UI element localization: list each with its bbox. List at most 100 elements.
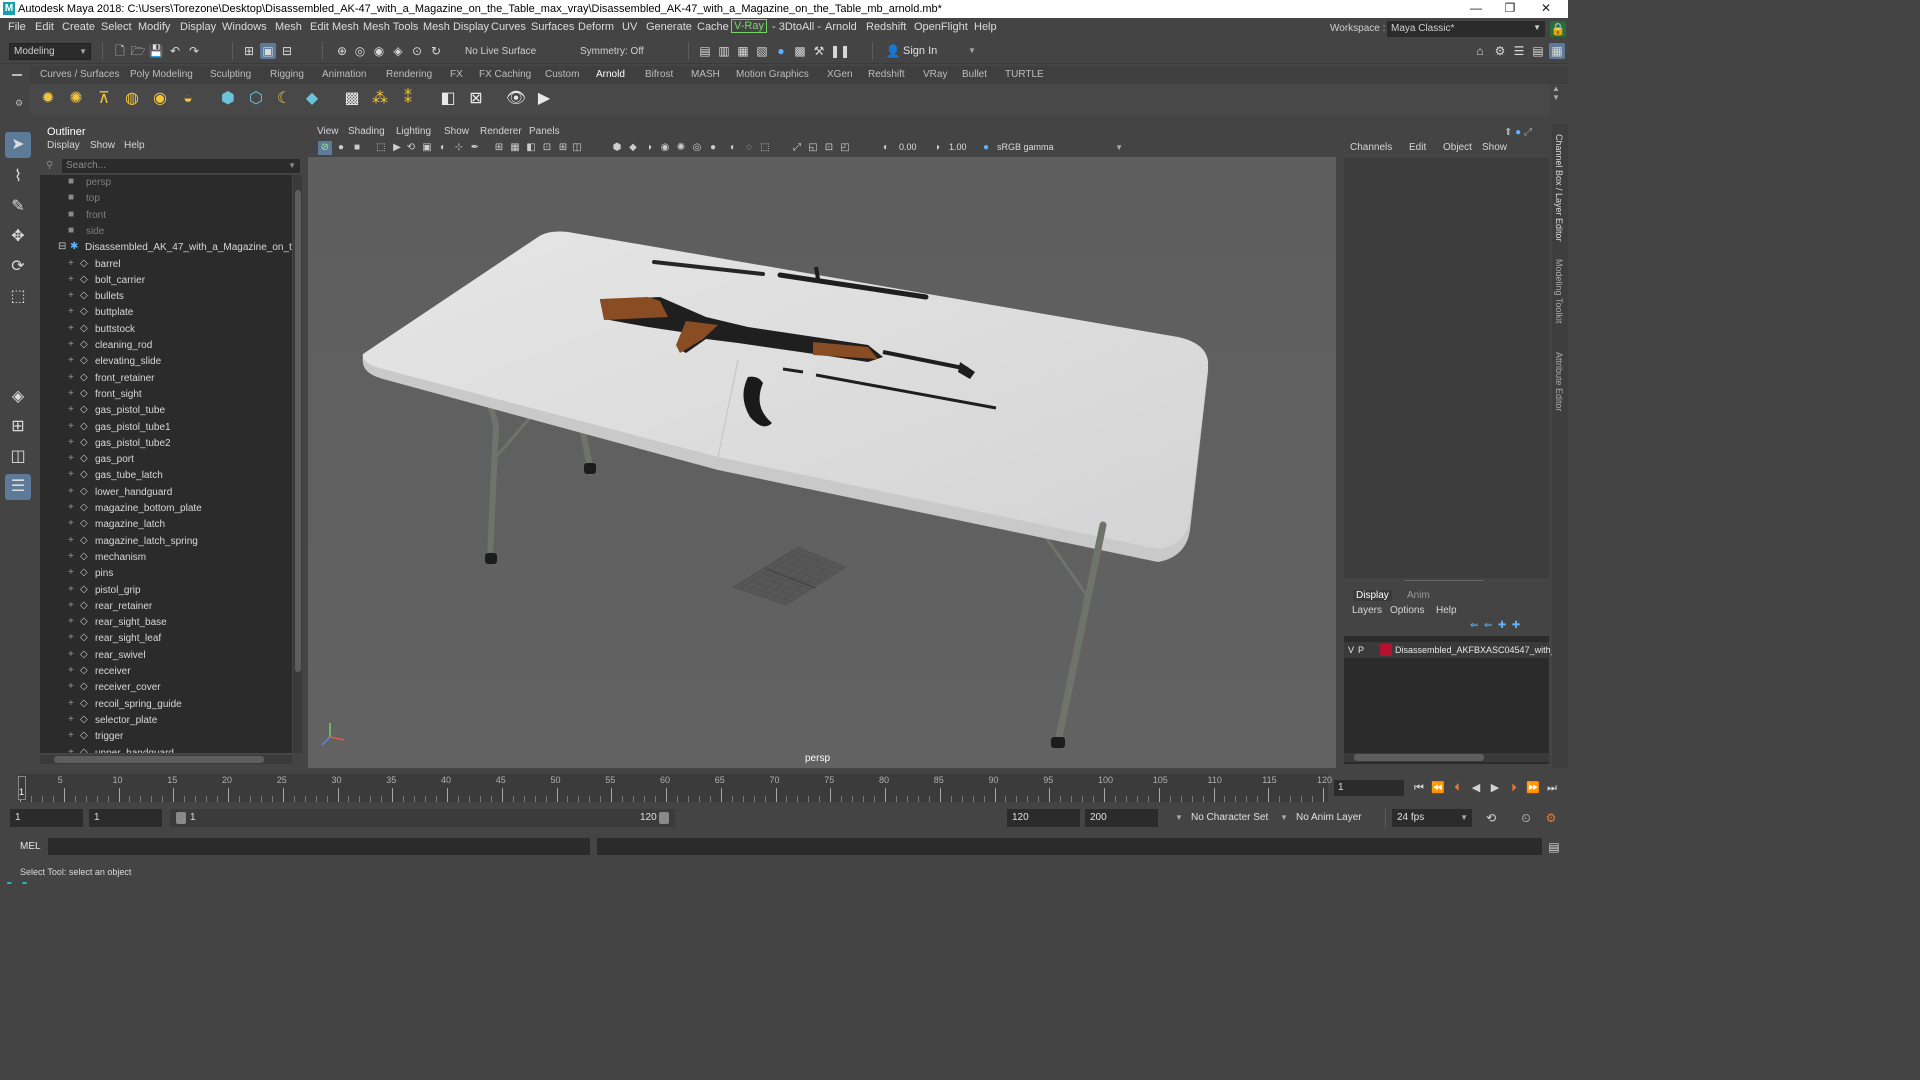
outliner-item[interactable]: + ◇ cleaning_rod (40, 338, 292, 354)
viewport-tool-icon[interactable]: ⟲ (404, 141, 418, 155)
layer-row[interactable]: V P Disassembled_AKFBXASC04547_with_ (1344, 642, 1556, 658)
expand-icon[interactable]: + (68, 567, 74, 578)
outliner-item[interactable]: + ◇ gas_pistol_tube1 (40, 420, 292, 436)
redo-icon[interactable]: ↷ (186, 43, 202, 59)
exposure-icon[interactable]: ◐ (879, 141, 893, 155)
skydome-light-icon[interactable]: ◍ (120, 87, 144, 111)
expand-icon[interactable]: + (68, 290, 74, 301)
outliner-item[interactable]: + ◇ pins (40, 566, 292, 582)
outliner-menu-show[interactable]: Show (90, 140, 115, 151)
shelf-tab-redshift[interactable]: Redshift (868, 69, 905, 80)
outliner-item[interactable]: + ◇ receiver (40, 664, 292, 680)
chevron-down-icon[interactable]: ▼ (1175, 813, 1183, 822)
viewport-tool-icon[interactable]: ⊞ (556, 141, 570, 155)
menu-display[interactable]: Display (180, 21, 216, 33)
viewport-tool-icon[interactable]: ⊹ (452, 141, 466, 155)
expand-icon[interactable]: + (68, 649, 74, 660)
menu-mesh-display[interactable]: Mesh Display (423, 21, 489, 33)
viewport-tool-icon[interactable]: ▦ (508, 141, 522, 155)
outliner-layout-icon[interactable]: ☰ (5, 474, 31, 500)
step-forward-key-icon[interactable]: ⏩ (1525, 780, 1541, 796)
snap-live-icon[interactable]: ⊙ (409, 43, 425, 59)
txmanager-icon[interactable]: ▩ (340, 87, 364, 111)
shelf-tab-bullet[interactable]: Bullet (962, 69, 987, 80)
outliner-item[interactable]: + ◇ gas_pistol_tube2 (40, 436, 292, 452)
minimize-button[interactable]: — (1460, 1, 1492, 17)
play-forward-icon[interactable]: ▶ (1487, 780, 1503, 796)
expand-icon[interactable]: + (68, 323, 74, 334)
outliner-item[interactable]: + ◇ buttstock (40, 322, 292, 338)
range-slider[interactable]: 1 120 (170, 809, 675, 827)
attribute-editor-icon[interactable]: ⚙ (1492, 43, 1508, 59)
chevron-down-icon[interactable]: ▼ (1280, 813, 1288, 822)
color-management-icon[interactable]: ● (979, 141, 993, 155)
channel-box-body[interactable] (1344, 158, 1549, 578)
expand-icon[interactable]: + (68, 372, 74, 383)
expand-icon[interactable]: + (68, 681, 74, 692)
viewport-tool-icon[interactable]: ◐ (436, 141, 450, 155)
gamma-field[interactable]: 1.00 (946, 141, 976, 155)
animation-start-field[interactable]: 1 (10, 809, 83, 827)
viewport-tool-icon[interactable]: ⊡ (540, 141, 554, 155)
menu-uv[interactable]: UV (622, 21, 637, 33)
tab-anim[interactable]: Anim (1407, 590, 1430, 601)
outliner-item[interactable]: + ◇ gas_pistol_tube (40, 403, 292, 419)
time-slider-track[interactable]: 5 10 15 20 25 30 35 40 45 50 55 60 65 70 75 80 85 90 95 100… (18, 774, 1332, 802)
expand-icon[interactable]: + (68, 714, 74, 725)
outliner-item[interactable]: + ◇ magazine_latch_spring (40, 534, 292, 550)
scale-tool-icon[interactable]: ⬚ (5, 284, 31, 310)
volume-icon[interactable]: ☾ (272, 87, 296, 111)
shelf-tab-turtle[interactable]: TURTLE (1005, 69, 1044, 80)
standin-icon[interactable]: ⬢ (216, 87, 240, 111)
menu-vray[interactable]: V-Ray (731, 19, 767, 33)
menu-edit-mesh[interactable]: Edit Mesh (310, 21, 359, 33)
ipr-render-icon[interactable]: ▦ (735, 43, 751, 59)
outliner-item[interactable]: + ◇ magazine_latch (40, 517, 292, 533)
current-time-marker[interactable]: 1 (18, 776, 26, 800)
shelf-tab-rendering[interactable]: Rendering (386, 69, 432, 80)
menu-3dtoall[interactable]: - 3DtoAll - (772, 21, 821, 33)
anim-layer-dropdown[interactable]: No Anim Layer (1291, 809, 1381, 827)
character-set-dropdown[interactable]: No Character Set (1186, 809, 1282, 827)
outliner-camera-front[interactable]: ■ front (40, 208, 292, 224)
select-tool-icon[interactable]: ➤ (5, 132, 31, 158)
render-sequence-icon[interactable]: ⚒ (811, 43, 827, 59)
expand-icon[interactable]: + (68, 632, 74, 643)
viewport-menu-lighting[interactable]: Lighting (396, 126, 431, 137)
range-handle-start[interactable] (176, 812, 186, 824)
viewport-tool-icon[interactable]: ◫ (570, 141, 584, 155)
menu-select[interactable]: Select (101, 21, 132, 33)
select-by-component-icon[interactable]: ⊟ (279, 43, 295, 59)
gamma-icon[interactable]: ◑ (930, 141, 944, 155)
close-button[interactable]: ✕ (1530, 1, 1562, 17)
expand-icon[interactable]: + (68, 698, 74, 709)
time-slider[interactable]: 5 10 15 20 25 30 35 40 45 50 55 60 65 70 75 80 85 90 95 100… (8, 774, 1332, 802)
step-back-key-icon[interactable]: ⏪ (1430, 780, 1446, 796)
menu-arnold[interactable]: Arnold (825, 21, 857, 33)
viewport-tool-icon[interactable]: ✺ (674, 141, 688, 155)
outliner-item[interactable]: + ◇ gas_tube_latch (40, 468, 292, 484)
viewport-tool-icon[interactable]: ◆ (626, 141, 640, 155)
license-manager-icon[interactable]: ◧ (436, 87, 460, 111)
viewport-menu-shading[interactable]: Shading (348, 126, 385, 137)
expand-icon[interactable]: + (68, 355, 74, 366)
mel-label[interactable]: MEL (20, 841, 41, 852)
viewport-tool-icon[interactable]: ⬚ (374, 141, 388, 155)
expand-icon[interactable]: + (68, 388, 74, 399)
expand-icon[interactable]: + (68, 551, 74, 562)
physical-sky-icon[interactable]: ◒ (176, 87, 200, 111)
menu-deform[interactable]: Deform (578, 21, 614, 33)
photometric-light-icon[interactable]: ⊼ (92, 87, 116, 111)
shelf-settings-icon[interactable]: ⚙ (15, 98, 23, 109)
select-by-hierarchy-icon[interactable]: ⊞ (241, 43, 257, 59)
channel-menu-show[interactable]: Show (1482, 142, 1507, 153)
symmetry-dropdown[interactable]: Symmetry: Off (575, 43, 659, 60)
layout-icon[interactable]: ▦ (1549, 43, 1565, 59)
expand-icon[interactable]: + (68, 274, 74, 285)
outliner-item[interactable]: + ◇ magazine_bottom_plate (40, 501, 292, 517)
outliner-item[interactable]: + ◇ buttplate (40, 305, 292, 321)
hypershade-icon[interactable]: ● (773, 43, 789, 59)
outliner-camera-persp[interactable]: ■ persp (40, 175, 292, 191)
render-view-eye-icon[interactable]: 👁 (504, 87, 528, 111)
viewport-tool-icon[interactable]: ⊘ (318, 141, 332, 155)
